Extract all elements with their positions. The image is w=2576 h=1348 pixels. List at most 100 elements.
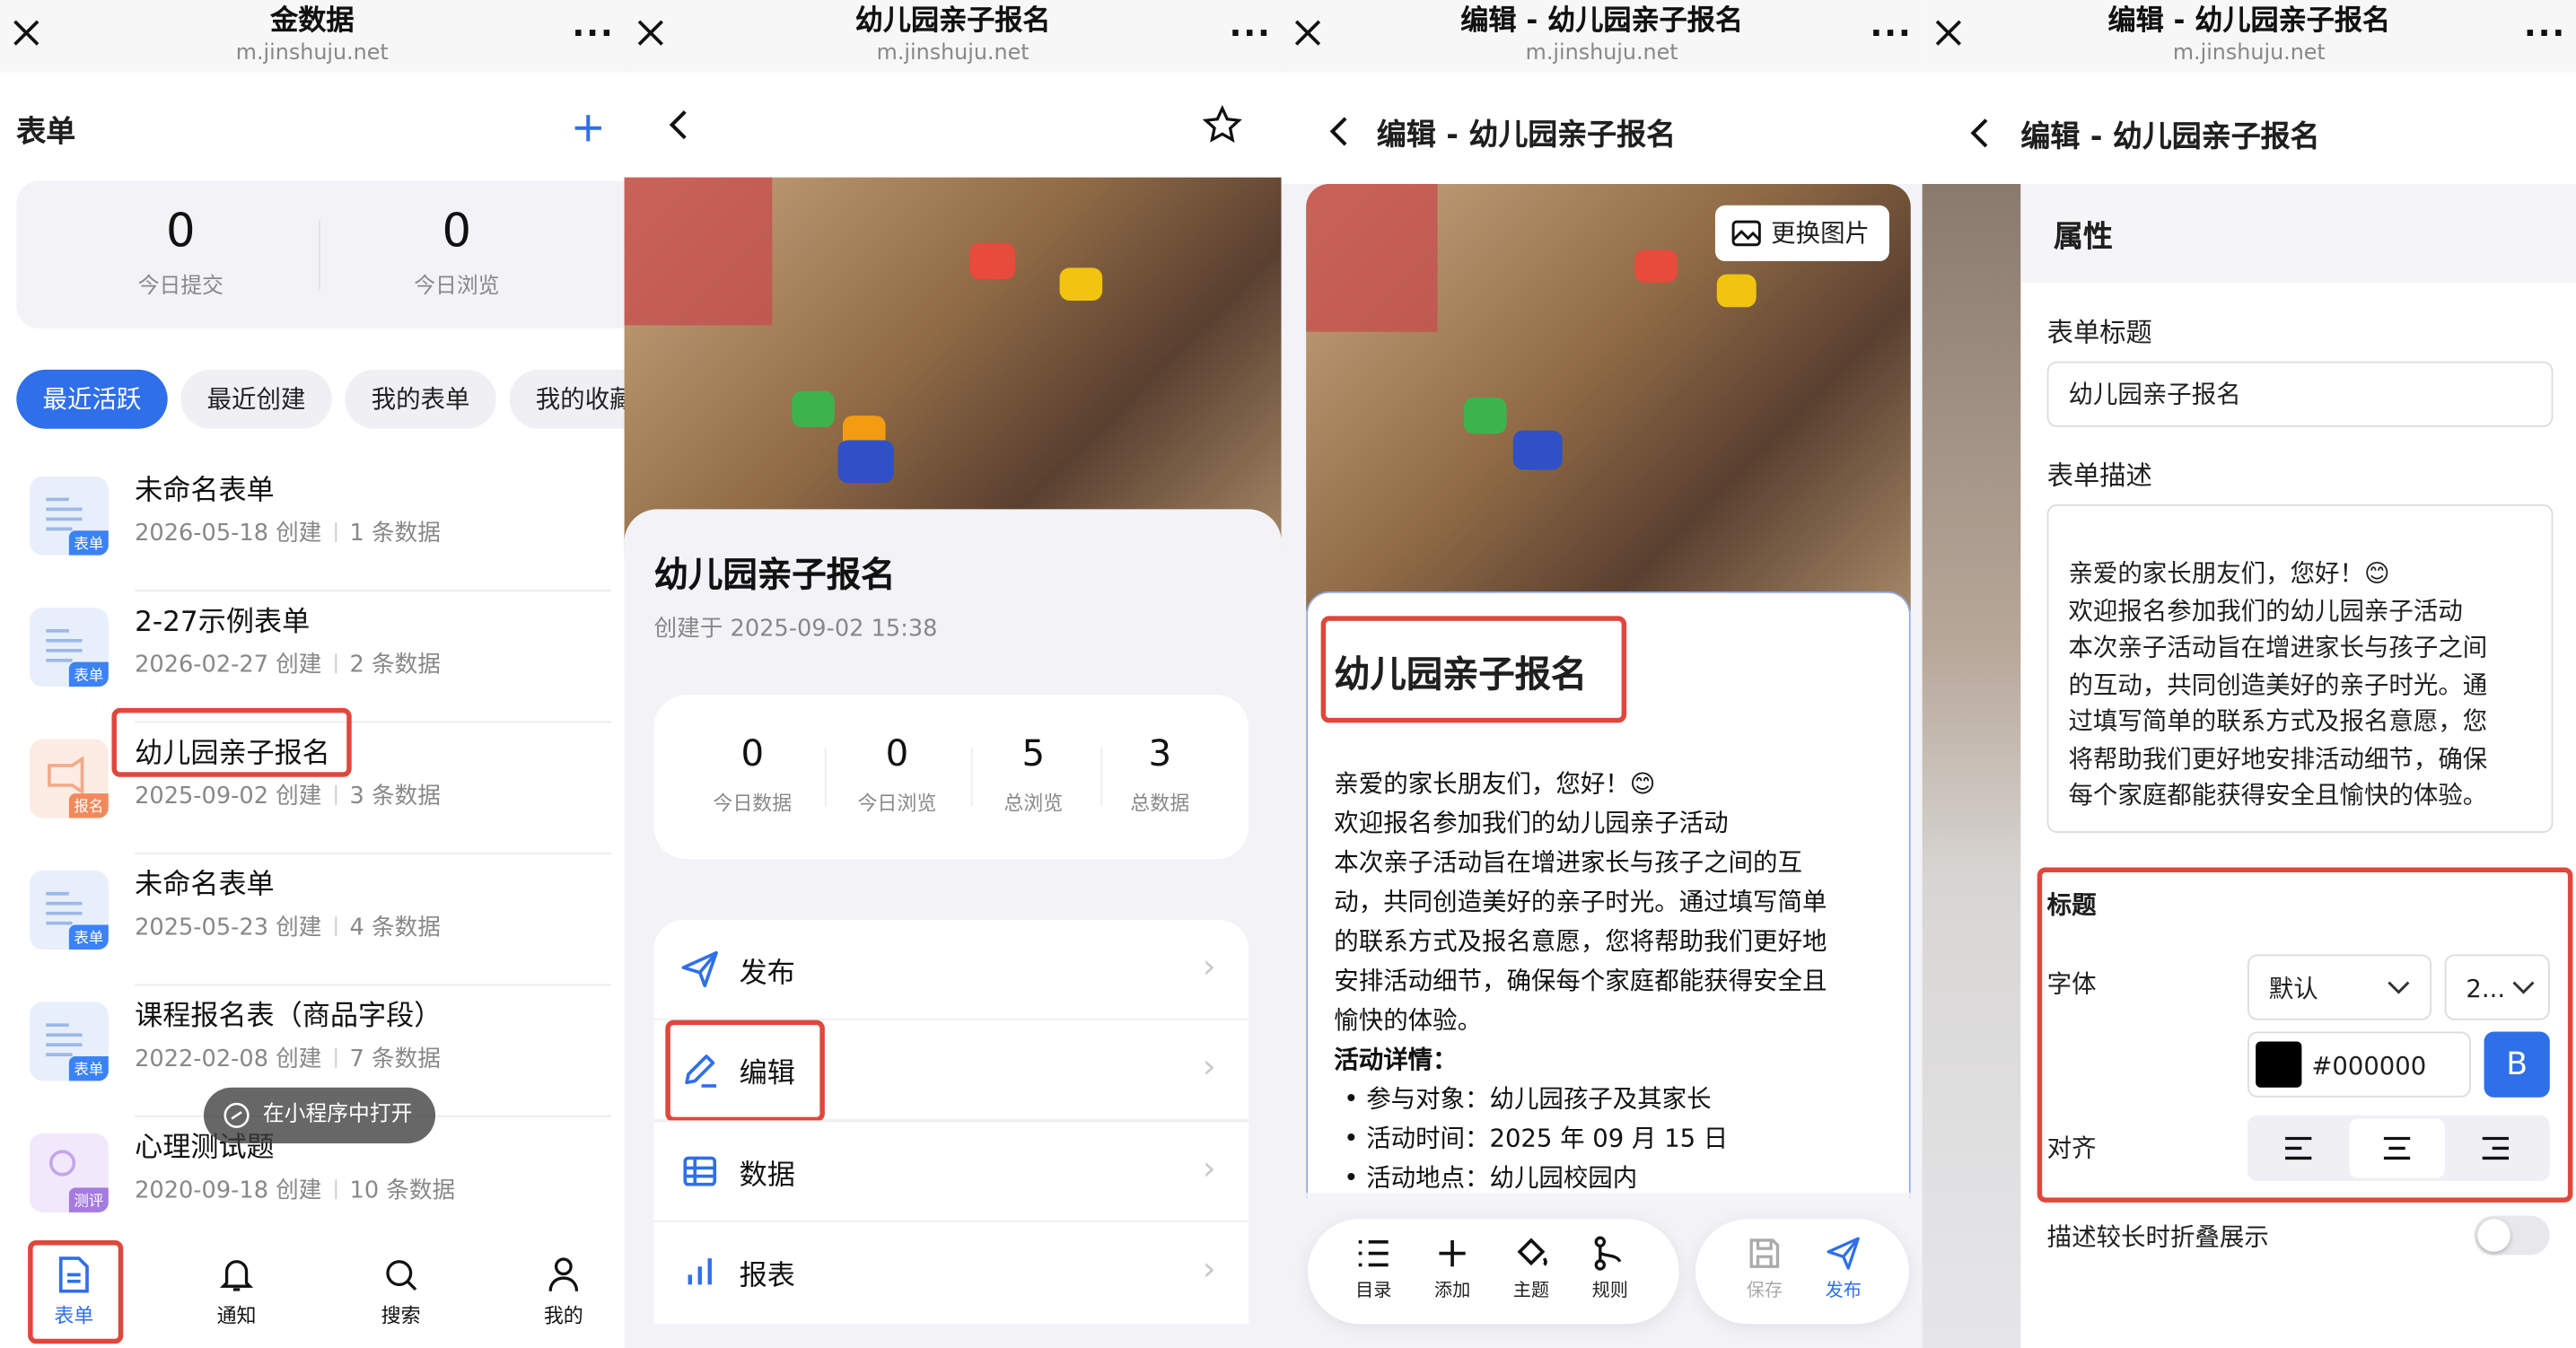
theme-button[interactable]: 主题 [1498, 1235, 1564, 1302]
chip-my-favorites[interactable]: 我的收藏 [509, 369, 625, 429]
paint-bucket-icon [1517, 1238, 1547, 1266]
stat-today-submit: 0 今日提交 [137, 203, 223, 300]
collapse-toggle[interactable] [2474, 1215, 2550, 1256]
wechat-url: m.jinshuju.net [876, 40, 1030, 66]
wechat-url: m.jinshuju.net [235, 40, 389, 66]
wechat-title-bar: 金数据 m.jinshuju.net ··· [0, 0, 625, 73]
more-icon[interactable]: ··· [572, 13, 614, 53]
publish-button[interactable]: 发布 [1810, 1235, 1876, 1302]
page-title: 编辑 - 幼儿园亲子报名 [2020, 119, 2320, 155]
form-description[interactable]: 亲爱的家长朋友们，您好！😊 欢迎报名参加我们的幼儿园亲子活动 本次亲子活动旨在增… [1334, 764, 1827, 1197]
change-image-button[interactable]: 更换图片 [1714, 205, 1889, 262]
nav-bar: 编辑 - 幼儿园亲子报名 [1922, 72, 2576, 185]
highlight-box [1320, 616, 1627, 723]
chip-recent-active[interactable]: 最近活跃 [16, 369, 168, 429]
list-icon [1358, 1239, 1389, 1267]
plus-icon [1439, 1239, 1466, 1267]
list-item[interactable]: 表单 未命名表单 2025-05-23 创建 4 条数据 [0, 854, 625, 986]
blurred-background [1922, 184, 2021, 1348]
tab-notifications[interactable]: 通知 [188, 1255, 286, 1328]
wechat-title-bar: 编辑 - 幼儿园亲子报名 m.jinshuju.net ··· [1281, 0, 1923, 73]
stat-today-view: 0 今日浏览 [414, 203, 500, 300]
more-icon[interactable]: ··· [2524, 13, 2566, 53]
form-editor-screen: 编辑 - 幼儿园亲子报名 m.jinshuju.net ··· 编辑 - 幼儿园… [1281, 0, 1923, 1348]
wechat-title-bar: 编辑 - 幼儿园亲子报名 m.jinshuju.net ··· [1922, 0, 2576, 73]
signup-icon: 报名 [29, 739, 109, 818]
close-icon[interactable] [633, 14, 669, 50]
title-card: 幼儿园亲子报名 创建于 2025-09-02 15:38 [624, 509, 1282, 674]
user-icon [548, 1257, 579, 1291]
highlight-box [665, 1020, 825, 1123]
edit-toolbar: 目录 添加 主题 规则 [1307, 1219, 1679, 1325]
section-title: 属性 [2054, 220, 2113, 255]
add-icon[interactable] [572, 111, 605, 144]
quiz-icon: 测评 [29, 1133, 109, 1212]
chip-recent-created[interactable]: 最近创建 [180, 369, 332, 429]
back-icon[interactable] [667, 109, 690, 142]
menu-report[interactable]: 报表 › [653, 1221, 1249, 1325]
send-icon [1827, 1237, 1860, 1270]
form-icon: 表单 [29, 1002, 109, 1081]
close-icon[interactable] [8, 14, 44, 50]
bar-chart-icon [688, 1258, 712, 1285]
created-time: 创建于 2025-09-02 15:38 [653, 616, 938, 643]
menu-data[interactable]: 数据 › [653, 1122, 1249, 1221]
wechat-url: m.jinshuju.net [1525, 40, 1678, 66]
highlight-box [28, 1239, 124, 1344]
wechat-title: 编辑 - 幼儿园亲子报名 [2107, 4, 2391, 39]
nav-bar [624, 72, 1282, 178]
tab-me[interactable]: 我的 [514, 1255, 613, 1328]
dough-yellow [1059, 267, 1103, 301]
stat-today-data: 0 今日数据 [713, 734, 793, 815]
back-icon[interactable] [1327, 115, 1351, 148]
more-icon[interactable]: ··· [1870, 13, 1912, 53]
form-title-input[interactable]: 幼儿园亲子报名 [2046, 361, 2554, 427]
close-icon[interactable] [1931, 14, 1967, 50]
dough-blue [837, 440, 894, 484]
today-stats: 0 今日提交 0 今日浏览 [16, 180, 625, 329]
list-item[interactable]: 表单 2-27示例表单 2026-02-27 创建 2 条数据 [0, 591, 625, 723]
open-in-miniprogram-toast[interactable]: 在小程序中打开 [203, 1087, 436, 1143]
page-title: 编辑 - 幼儿园亲子报名 [1376, 118, 1677, 153]
branch-icon [1594, 1236, 1622, 1271]
save-icon [1749, 1239, 1780, 1268]
stats-card: 0 今日数据 0 今日浏览 5 总浏览 3 总数据 [653, 695, 1249, 860]
form-title: 幼儿园亲子报名 [653, 555, 896, 595]
form-icon: 表单 [29, 871, 109, 950]
search-icon [386, 1260, 417, 1291]
highlight-box [111, 707, 352, 777]
link-icon [223, 1102, 250, 1128]
properties-drawer: 属性 表单标题 幼儿园亲子报名 表单描述 亲爱的家长朋友们，您好！😊 欢迎报名参… [2020, 184, 2576, 1348]
save-button[interactable]: 保存 [1731, 1235, 1797, 1302]
form-desc-textarea[interactable]: 亲爱的家长朋友们，您好！😊 欢迎报名参加我们的幼儿园亲子活动 本次亲子活动旨在增… [2046, 503, 2554, 834]
form-icon: 表单 [29, 608, 109, 687]
highlight-box [2037, 867, 2573, 1203]
toc-button[interactable]: 目录 [1341, 1235, 1406, 1302]
collapse-label: 描述较长时折叠展示 [2046, 1221, 2269, 1252]
more-icon[interactable]: ··· [1230, 13, 1272, 53]
wechat-title: 幼儿园亲子报名 [854, 4, 1051, 39]
star-icon[interactable] [1202, 105, 1242, 144]
add-button[interactable]: 添加 [1419, 1235, 1485, 1302]
wechat-url: m.jinshuju.net [2172, 40, 2326, 66]
form-desc-label: 表单描述 [2046, 460, 2152, 492]
form-icon: 表单 [29, 476, 109, 556]
dough-green [792, 390, 835, 427]
toy-piano-shape [624, 177, 773, 326]
nav-bar: 编辑 - 幼儿园亲子报名 [1281, 72, 1923, 185]
form-detail-screen: 幼儿园亲子报名 m.jinshuju.net ··· 幼儿园亲子报名 创建于 2… [624, 0, 1282, 1348]
back-icon[interactable] [1968, 117, 1992, 150]
close-icon[interactable] [1290, 14, 1326, 50]
tab-search[interactable]: 搜索 [352, 1255, 451, 1328]
chip-my-forms[interactable]: 我的表单 [345, 369, 496, 429]
bell-icon [219, 1260, 254, 1291]
dough-red [968, 242, 1016, 280]
menu-publish[interactable]: 发布 › [653, 920, 1249, 1019]
wechat-title: 金数据 [270, 4, 355, 39]
list-item[interactable]: 表单 未命名表单 2026-05-18 创建 1 条数据 [0, 460, 625, 591]
divider [319, 220, 320, 290]
image-icon [1731, 220, 1761, 247]
rules-button[interactable]: 规则 [1577, 1235, 1643, 1302]
send-icon [681, 950, 718, 988]
action-toolbar: 保存 发布 [1695, 1219, 1909, 1325]
